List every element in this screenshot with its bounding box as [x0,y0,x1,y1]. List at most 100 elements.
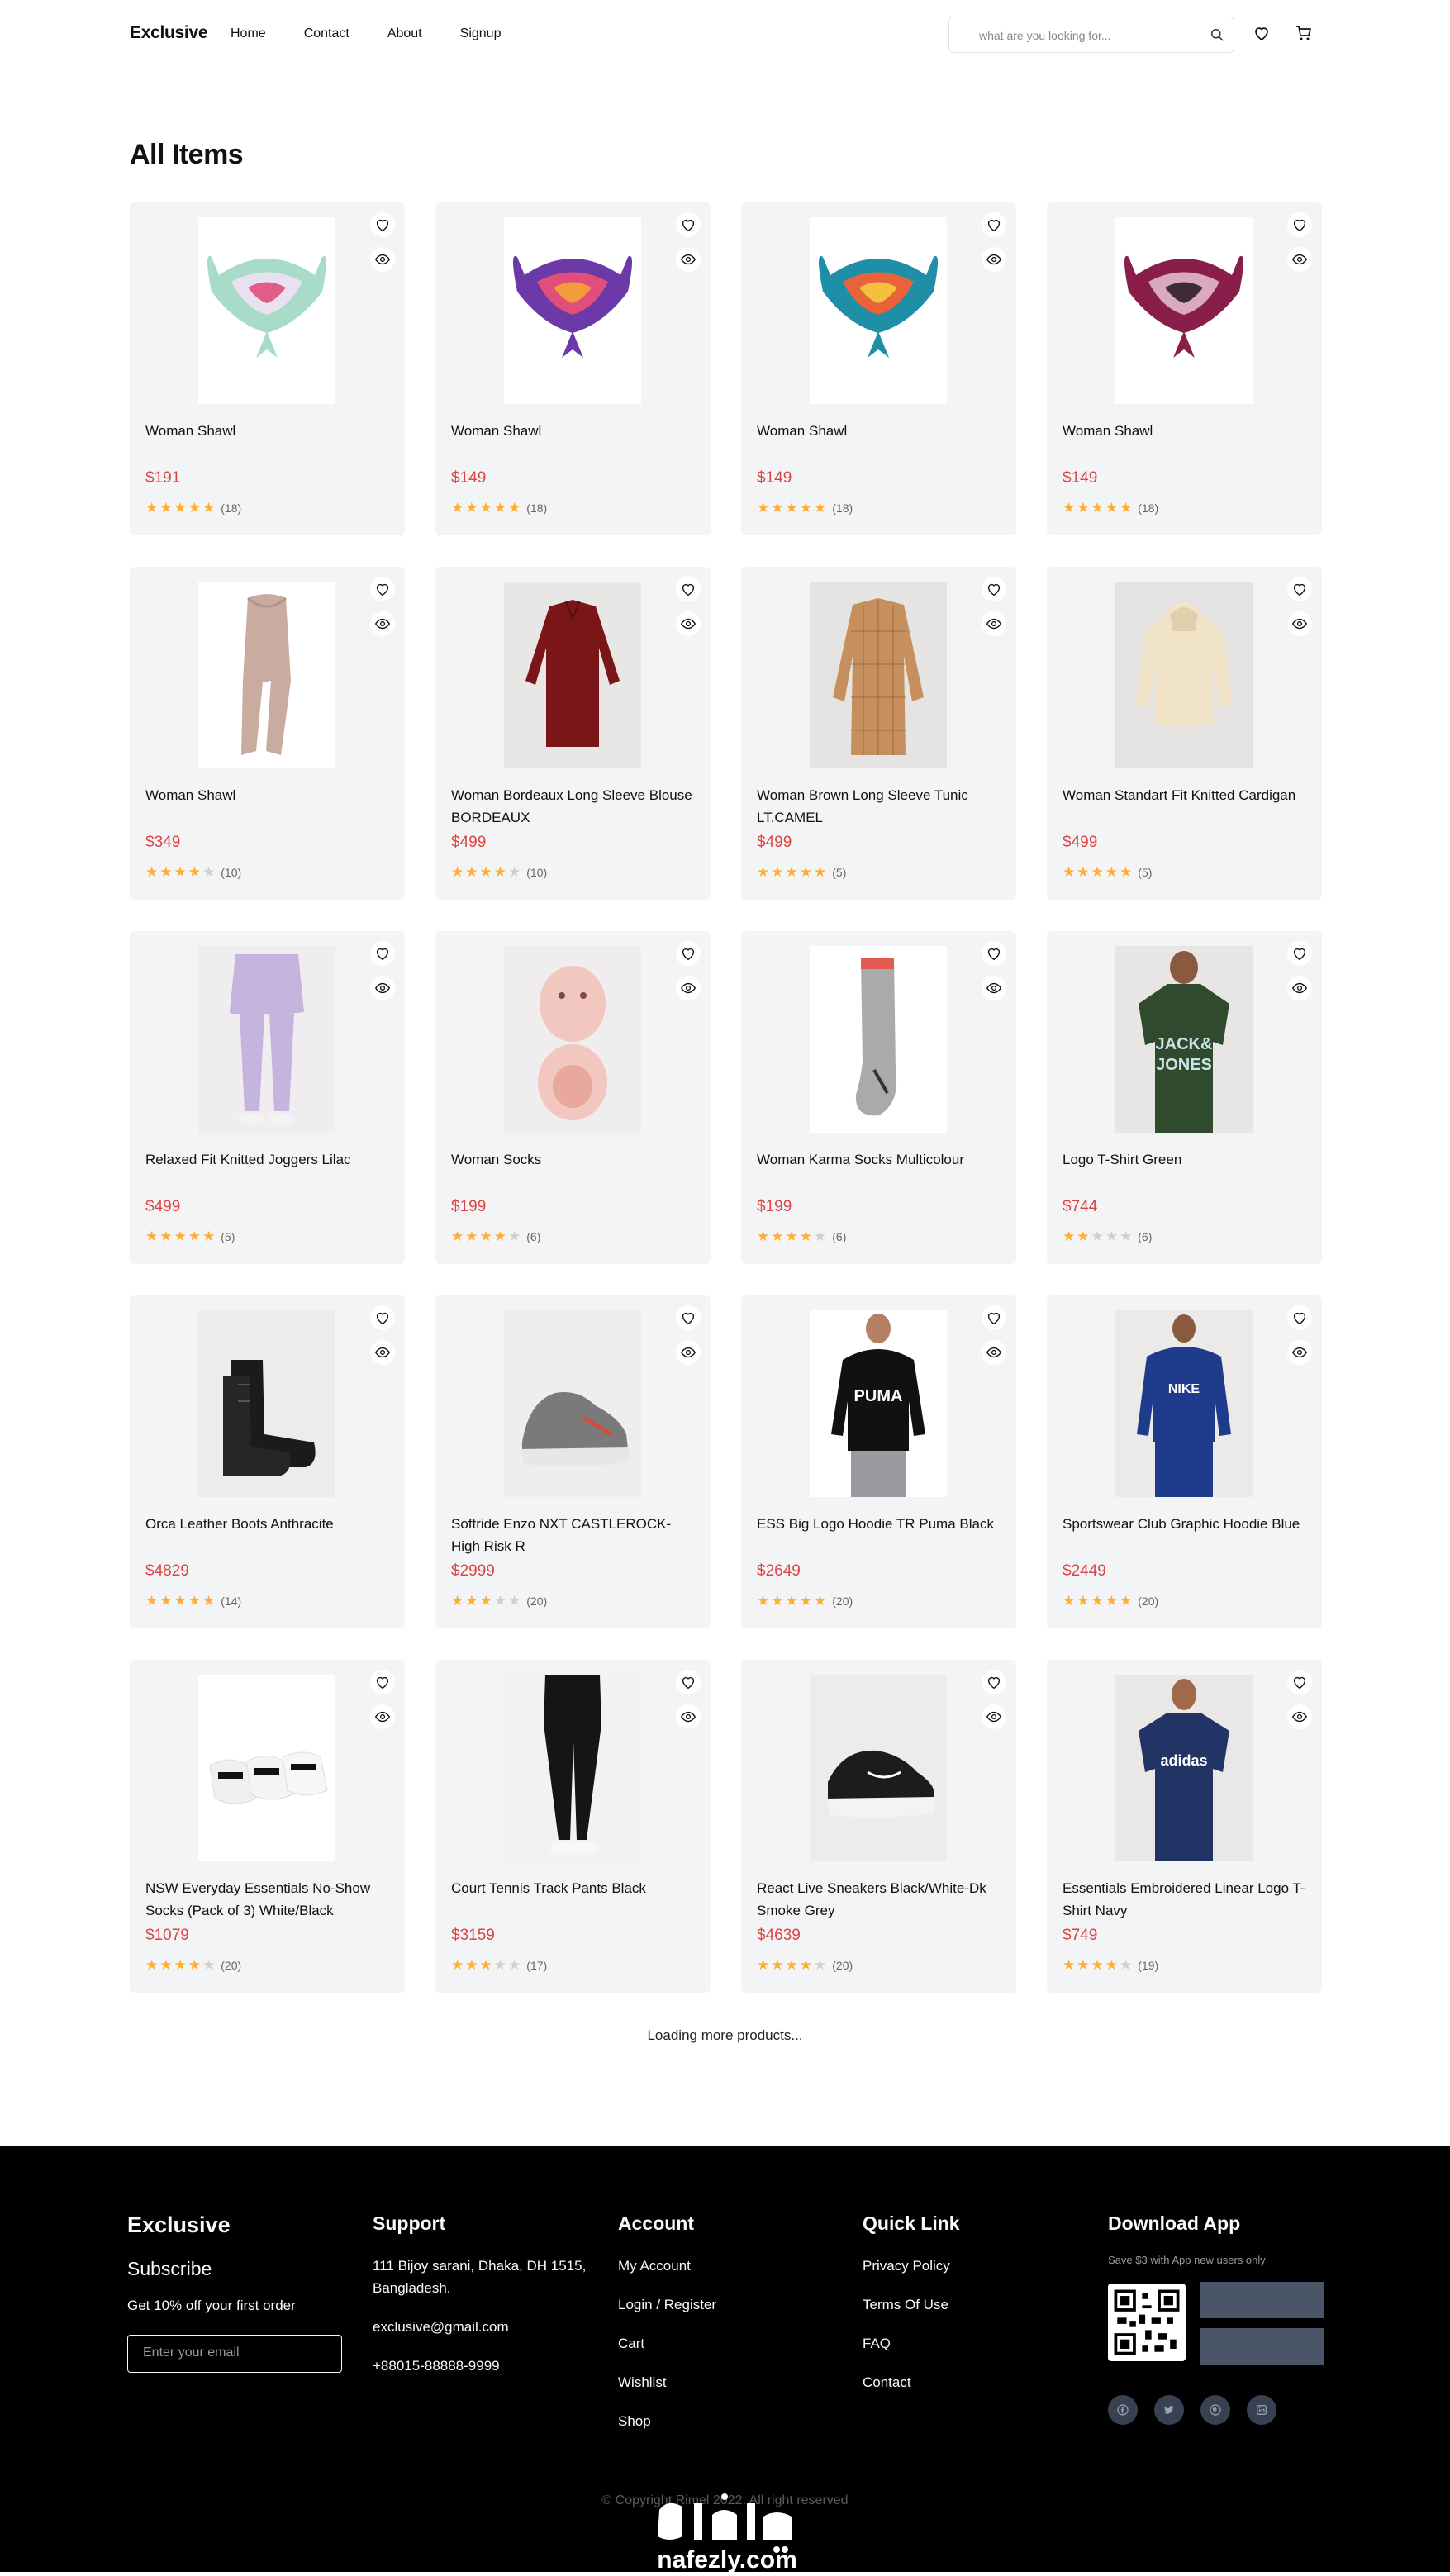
footer-link-login-register[interactable]: Login / Register [618,2293,800,2316]
product-image[interactable] [198,217,335,404]
footer-link-wishlist[interactable]: Wishlist [618,2371,800,2393]
add-to-wishlist-heart-icon[interactable] [982,941,1006,966]
footer-link-shop[interactable]: Shop [618,2410,800,2432]
add-to-wishlist-heart-icon[interactable] [982,212,1006,237]
product-card[interactable]: JACK& JONES Logo T-Shirt Green $744 ★ ★ ★ ★… [1047,931,1322,1264]
product-card[interactable]: Woman Shawl $149 ★ ★ ★ ★ ★ (18) [741,202,1016,535]
add-to-wishlist-heart-icon[interactable] [370,941,395,966]
product-card[interactable]: React Live Sneakers Black/White-Dk Smoke… [741,1660,1016,1993]
nav-home[interactable]: Home [231,26,266,41]
product-image[interactable] [504,582,641,768]
nav-signup[interactable]: Signup [460,26,502,41]
add-to-wishlist-heart-icon[interactable] [676,212,701,237]
product-card[interactable]: NIKE Sportswear Club Graphic Hoodie Blue… [1047,1295,1322,1628]
add-to-wishlist-heart-icon[interactable] [982,1670,1006,1694]
add-to-wishlist-heart-icon[interactable] [676,941,701,966]
add-to-wishlist-heart-icon[interactable] [676,577,701,601]
add-to-wishlist-heart-icon[interactable] [370,1305,395,1330]
footer-link-contact[interactable]: Contact [863,2371,1044,2393]
add-to-wishlist-heart-icon[interactable] [982,1305,1006,1330]
product-card[interactable]: Woman Bordeaux Long Sleeve Blouse BORDEA… [435,567,711,900]
quick-view-eye-icon[interactable] [982,976,1006,1000]
twitter-icon[interactable] [1154,2395,1184,2425]
product-name[interactable]: Woman Socks [451,1148,699,1171]
product-name[interactable]: Woman Shawl [1063,420,1310,442]
quick-view-eye-icon[interactable] [982,611,1006,636]
product-name[interactable]: Court Tennis Track Pants Black [451,1877,699,1899]
product-name[interactable]: Woman Shawl [451,420,699,442]
product-image[interactable] [504,1675,641,1861]
product-image[interactable] [198,582,335,768]
facebook-icon[interactable] [1108,2395,1138,2425]
add-to-wishlist-heart-icon[interactable] [1287,1670,1312,1694]
add-to-wishlist-heart-icon[interactable] [1287,941,1312,966]
product-image[interactable] [504,1310,641,1497]
add-to-wishlist-heart-icon[interactable] [1287,1305,1312,1330]
footer-link-cart[interactable]: Cart [618,2332,800,2355]
product-card[interactable]: Woman Shawl $349 ★ ★ ★ ★ ★ (10) [130,567,405,900]
quick-view-eye-icon[interactable] [1287,247,1312,272]
product-image[interactable]: adidas [1115,1675,1253,1861]
product-image[interactable] [810,946,947,1133]
footer-link-privacy-policy[interactable]: Privacy Policy [863,2255,1044,2277]
footer-link-my-account[interactable]: My Account [618,2255,800,2277]
quick-view-eye-icon[interactable] [676,1704,701,1729]
quick-view-eye-icon[interactable] [1287,1340,1312,1365]
product-card[interactable]: Woman Brown Long Sleeve Tunic LT.CAMEL $… [741,567,1016,900]
product-card[interactable]: Woman Shawl $149 ★ ★ ★ ★ ★ (18) [1047,202,1322,535]
product-image[interactable]: PUMA [810,1310,947,1497]
product-name[interactable]: React Live Sneakers Black/White-Dk Smoke… [757,1877,1005,1922]
nav-contact[interactable]: Contact [304,26,349,41]
product-card[interactable]: Relaxed Fit Knitted Joggers Lilac $499 ★… [130,931,405,1264]
email-field[interactable] [143,2345,325,2360]
product-image[interactable] [810,1675,947,1861]
product-name[interactable]: Essentials Embroidered Linear Logo T-Shi… [1063,1877,1310,1922]
product-name[interactable]: Woman Karma Socks Multicolour [757,1148,1005,1171]
product-name[interactable]: Woman Shawl [757,420,1005,442]
product-image[interactable] [504,946,641,1133]
product-image[interactable] [810,217,947,404]
product-card[interactable]: Woman Karma Socks Multicolour $199 ★ ★ ★ ★ ★… [741,931,1016,1264]
product-name[interactable]: ESS Big Logo Hoodie TR Puma Black [757,1513,1005,1535]
product-card[interactable]: Woman Shawl $191 ★ ★ ★ ★ ★ (18) [130,202,405,535]
add-to-wishlist-heart-icon[interactable] [982,577,1006,601]
product-name[interactable]: Woman Shawl [145,420,393,442]
product-card[interactable]: NSW Everyday Essentials No-Show Socks (P… [130,1660,405,1993]
quick-view-eye-icon[interactable] [982,247,1006,272]
linkedin-icon[interactable] [1247,2395,1276,2425]
quick-view-eye-icon[interactable] [676,976,701,1000]
product-image[interactable] [1115,582,1253,768]
product-name[interactable]: NSW Everyday Essentials No-Show Socks (P… [145,1877,393,1922]
quick-view-eye-icon[interactable] [676,1340,701,1365]
wishlist-heart-icon[interactable] [1252,23,1272,43]
google-play-button[interactable] [1200,2282,1324,2318]
search-input[interactable] [979,26,1186,45]
quick-view-eye-icon[interactable] [982,1340,1006,1365]
product-image[interactable] [198,1310,335,1497]
footer-brand[interactable]: Exclusive [127,2212,231,2238]
product-card[interactable]: Woman Socks $199 ★ ★ ★ ★ ★ (6) [435,931,711,1264]
product-name[interactable]: Woman Brown Long Sleeve Tunic LT.CAMEL [757,784,1005,829]
product-card[interactable]: adidas Essentials Embroidered Linear Log… [1047,1660,1322,1993]
product-name[interactable]: Woman Bordeaux Long Sleeve Blouse BORDEA… [451,784,699,829]
support-email[interactable]: exclusive@gmail.com [373,2316,587,2338]
footer-link-terms-of-use[interactable]: Terms Of Use [863,2293,1044,2316]
instagram-icon[interactable] [1200,2395,1230,2425]
product-name[interactable]: Logo T-Shirt Green [1063,1148,1310,1171]
add-to-wishlist-heart-icon[interactable] [1287,212,1312,237]
product-image[interactable]: JACK& JONES [1115,946,1253,1133]
product-image[interactable]: NIKE [1115,1310,1253,1497]
product-image[interactable] [198,946,335,1133]
product-image[interactable] [1115,217,1253,404]
quick-view-eye-icon[interactable] [370,1704,395,1729]
product-name[interactable]: Woman Shawl [145,784,393,806]
product-card[interactable]: Court Tennis Track Pants Black $3159 ★ ★ ★… [435,1660,711,1993]
product-name[interactable]: Woman Standart Fit Knitted Cardigan [1063,784,1310,806]
product-card[interactable]: Orca Leather Boots Anthracite $4829 ★ ★ ★ ★… [130,1295,405,1628]
add-to-wishlist-heart-icon[interactable] [1287,577,1312,601]
support-phone[interactable]: +88015-88888-9999 [373,2355,587,2377]
product-name[interactable]: Relaxed Fit Knitted Joggers Lilac [145,1148,393,1171]
add-to-wishlist-heart-icon[interactable] [370,212,395,237]
quick-view-eye-icon[interactable] [676,247,701,272]
product-name[interactable]: Sportswear Club Graphic Hoodie Blue [1063,1513,1310,1535]
